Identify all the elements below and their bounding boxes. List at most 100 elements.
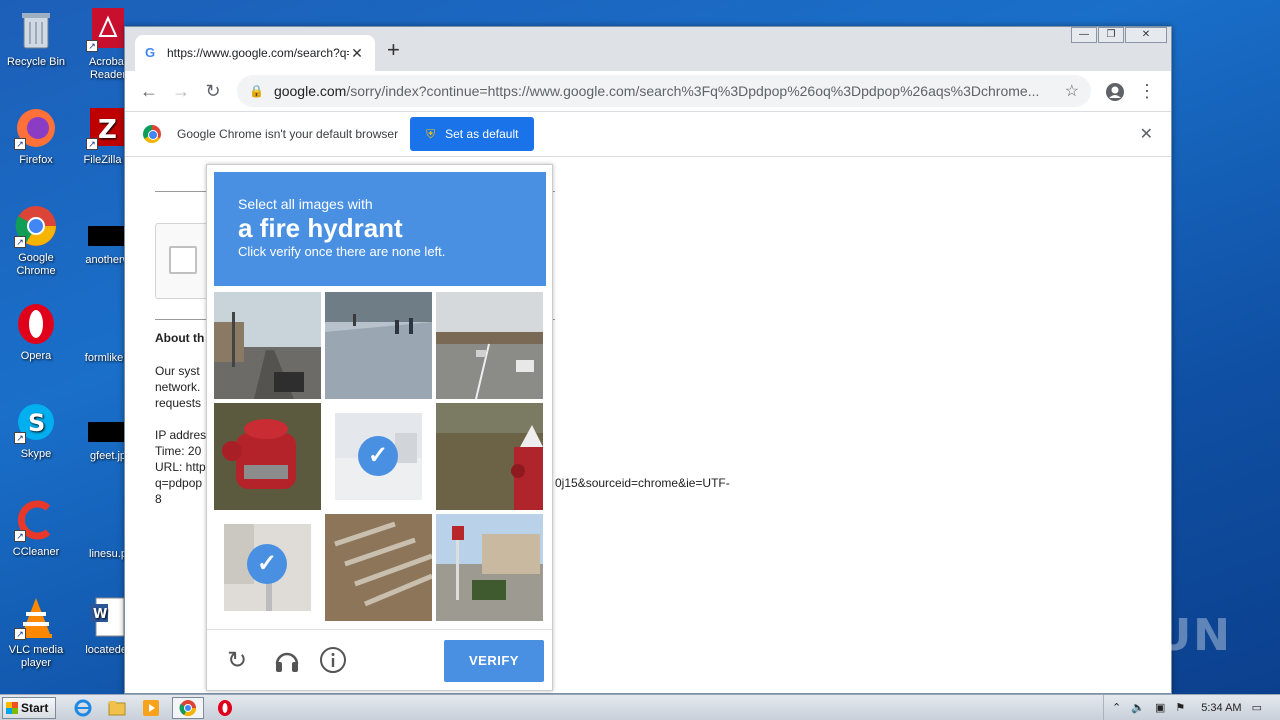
shortcut-arrow-icon: ↗ [14,432,26,444]
system-tray: ⌃ 🔈 ▣ ⚑ 5:34 AM ▭ [1103,695,1280,720]
street-road-tile[interactable] [214,292,321,399]
paragraph-line: requests [155,396,202,410]
url-tail-text: 0j15&sourceid=chrome&ie=UTF- [555,476,730,490]
paragraph-line: Our syst [155,364,200,378]
new-tab-button[interactable]: + [387,39,400,61]
action-center-flag-icon[interactable]: ⚑ [1175,701,1185,714]
bookmark-star-icon[interactable]: ☆ [1065,81,1079,101]
opera-taskbar-icon[interactable] [212,697,238,719]
close-infobar-icon[interactable]: ✕ [1140,124,1153,144]
chrome-taskbar-icon[interactable] [172,696,204,719]
svg-text:Z: Z [98,115,117,145]
start-button[interactable]: Start [2,696,56,719]
red-hydrant-tile[interactable] [214,403,321,510]
verify-button[interactable]: VERIFY [444,640,544,682]
shortcut-arrow-icon: ↗ [14,628,26,640]
close-window-icon[interactable]: ✕ [1125,27,1167,43]
window-controls: — ❐ ✕ [1070,27,1167,43]
browser-toolbar: ← → ↻ 🔒 google.com/sorry/index?continue=… [125,71,1171,111]
crosswalk-image [325,514,432,621]
skype-icon[interactable]: S ↗ Skype [0,400,72,461]
ccleaner-icon[interactable]: ↗ CCleaner [0,498,72,559]
opera-icon[interactable]: Opera [0,302,72,363]
challenge-footer: ↻ VERIFY [207,629,552,691]
shortcut-arrow-icon: ↗ [14,236,26,248]
vlc-icon[interactable]: ↗ VLC media player [0,596,72,670]
ip-address-line: IP addres [155,428,207,442]
crosswalk-tile[interactable] [325,514,432,621]
highway-overpass-tile[interactable] [436,292,543,399]
url-end-line: 8 [155,492,162,506]
sidewalk-people-tile[interactable] [325,292,432,399]
close-tab-icon[interactable]: ✕ [349,45,365,62]
desktop-icon-label: Google Chrome [16,252,56,277]
sidewalk-image [325,292,432,399]
default-browser-infobar: Google Chrome isn't your default browser… [125,111,1171,157]
challenge-instruction: Select all images with [238,196,373,212]
vlc-cone-icon: ↗ [14,596,58,640]
back-arrow-icon[interactable]: ← [133,75,165,107]
gas-station-tile[interactable] [436,514,543,621]
file-explorer-icon[interactable] [104,697,130,719]
about-heading: About th [155,331,205,345]
url-path: /sorry/index?continue=https://www.google… [346,83,1040,99]
selected-check-icon: ✓ [247,544,287,584]
challenge-header: Select all images with a fire hydrant Cl… [214,172,546,286]
hydrant-grass-tile[interactable] [436,403,543,510]
chrome-logo-icon [143,125,161,143]
media-player-icon[interactable] [138,697,164,719]
set-as-default-button[interactable]: ⛨ Set as default [410,117,535,151]
tray-expand-icon[interactable]: ⌃ [1112,701,1121,714]
image-grid: ✓ ✓ [214,292,546,624]
google-chrome-icon[interactable]: ↗ Google Chrome [0,204,72,278]
reload-challenge-icon[interactable]: ↻ [227,646,247,676]
chrome-logo-icon: ↗ [14,204,58,248]
url-host: google.com [273,83,347,99]
recaptcha-checkbox[interactable] [169,246,197,274]
profile-avatar-icon[interactable] [1099,75,1131,107]
explanation-paragraph: Our syst network. requests [155,363,201,411]
set-as-default-label: Set as default [445,127,519,141]
desktop-icon-label: CCleaner [12,546,60,558]
anyrun-watermark: ANY RUN [993,610,1232,661]
address-bar[interactable]: 🔒 google.com/sorry/index?continue=https:… [237,75,1091,107]
redacted-icon [88,226,128,246]
faded-tile[interactable]: ✓ [325,403,432,510]
windows-logo-icon [6,701,18,714]
shortcut-arrow-icon: ↗ [14,530,26,542]
restore-icon[interactable]: ❐ [1098,27,1124,43]
request-details: IP addres Time: 20 URL: http q=pdpop 8 [155,427,206,507]
fire-hydrant-image [214,403,321,510]
start-label: Start [21,700,49,715]
volume-icon[interactable]: 🔈 [1131,701,1145,714]
info-icon[interactable] [319,646,347,682]
svg-text:S: S [28,409,45,437]
forward-arrow-icon[interactable]: → [165,75,197,107]
recycle-bin-icon[interactable]: Recycle Bin [0,8,72,69]
challenge-hint: Click verify once there are none left. [238,244,446,259]
network-icon[interactable]: ▣ [1155,701,1165,714]
street-image [214,292,321,399]
trash-icon [14,8,58,52]
pole-sidewalk-tile[interactable]: ✓ [214,514,321,621]
firefox-icon[interactable]: ↗ Firefox [0,106,72,167]
shortcut-arrow-icon: ↗ [86,40,98,52]
tab-strip: G https://www.google.com/search?q= ✕ + —… [125,27,1171,71]
menu-kebab-icon[interactable]: ⋮ [1131,75,1163,107]
desktop-icon-label: Recycle Bin [6,56,66,68]
hydrant-grass-image [436,403,543,510]
internet-explorer-icon[interactable] [70,697,96,719]
highway-image [436,292,543,399]
audio-challenge-icon[interactable] [273,646,301,682]
desktop-icon-label: VLC media player [8,644,64,669]
reload-icon[interactable]: ↻ [197,75,229,107]
lock-icon: 🔒 [249,84,264,98]
tab-google-search[interactable]: G https://www.google.com/search?q= ✕ [135,35,375,71]
infobar-message: Google Chrome isn't your default browser [177,127,399,141]
shortcut-arrow-icon: ↗ [14,138,26,150]
clock[interactable]: 5:34 AM [1201,702,1241,714]
minimize-icon[interactable]: — [1071,27,1097,43]
url-text: google.com/sorry/index?continue=https://… [274,83,1055,99]
show-desktop-icon[interactable]: ▭ [1252,701,1262,714]
tab-title: https://www.google.com/search?q= [167,46,349,60]
